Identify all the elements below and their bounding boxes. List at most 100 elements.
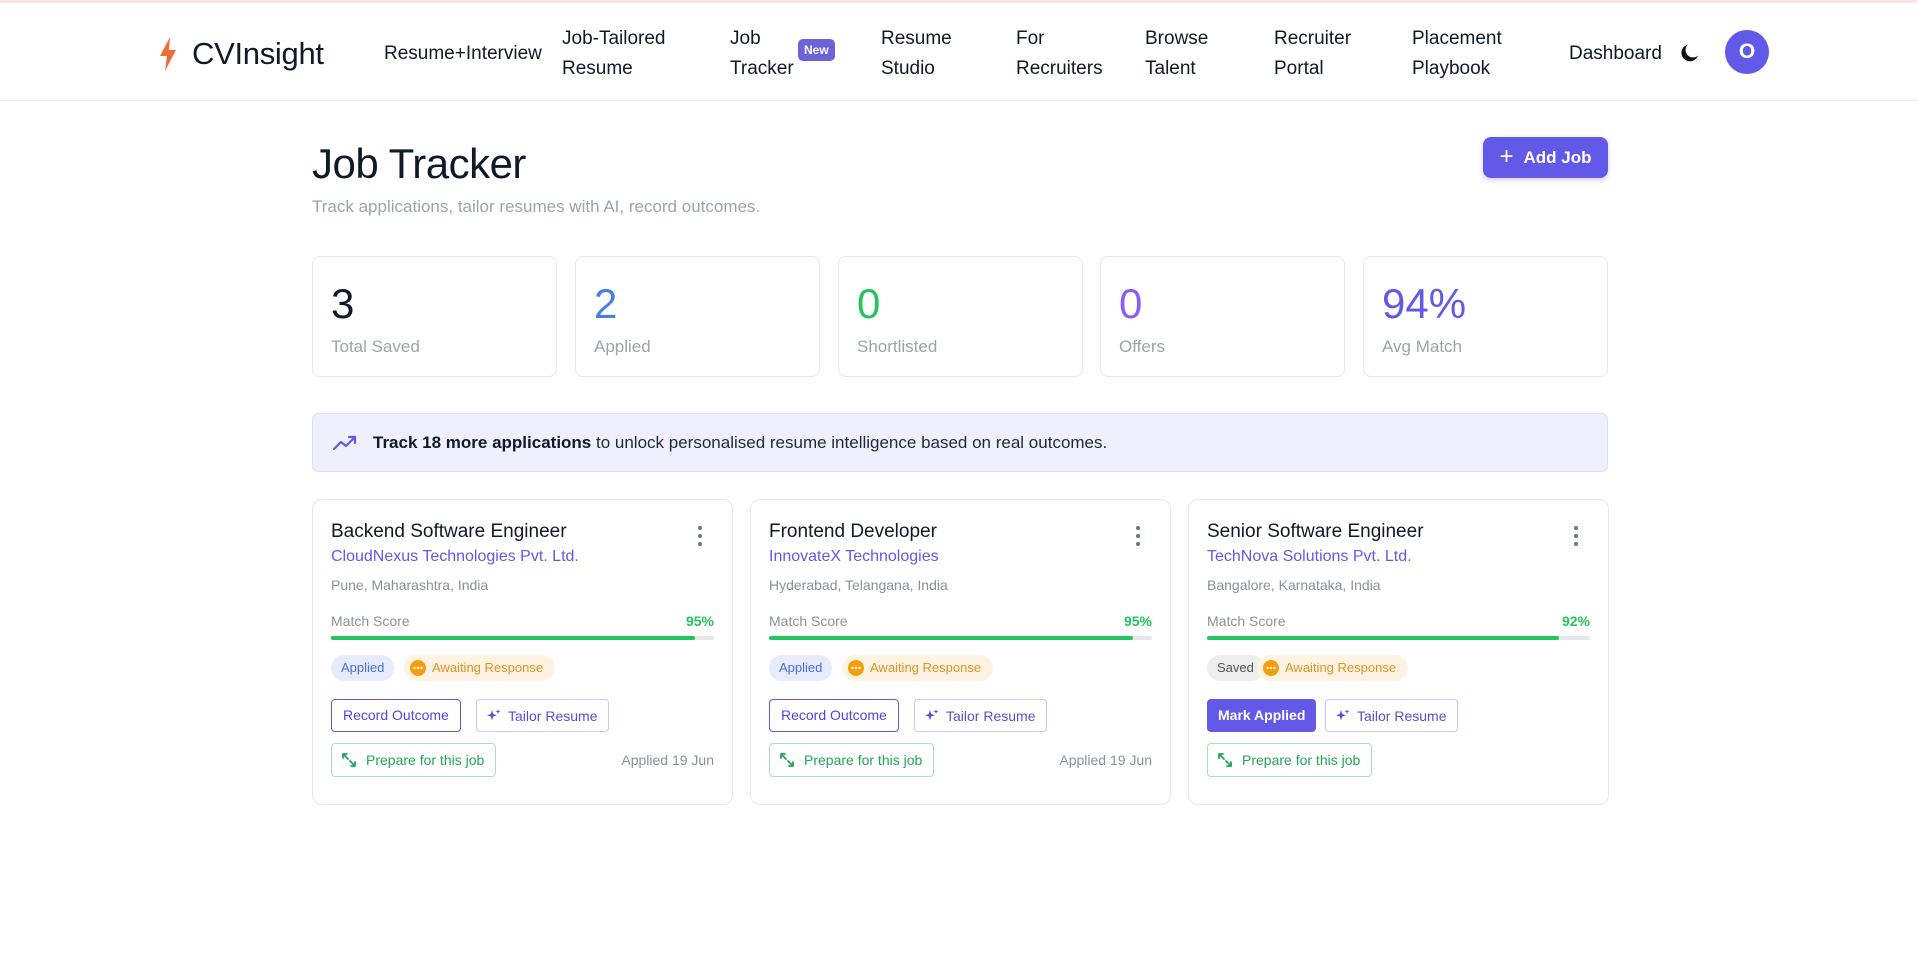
stat-total-saved: 3 Total Saved xyxy=(312,256,557,377)
brand-name: CVInsight xyxy=(192,36,324,71)
stat-offers: 0 Offers xyxy=(1100,256,1345,377)
awaiting-label: Awaiting Response xyxy=(870,660,982,675)
nav-label: Dashboard xyxy=(1569,43,1662,64)
match-score-bar xyxy=(331,636,714,640)
nav-for-recruiters[interactable]: For Recruiters xyxy=(1016,24,1103,84)
banner-text: Track 18 more applications to unlock per… xyxy=(373,433,1107,453)
company-link[interactable]: TechNova Solutions Pvt. Ltd. xyxy=(1207,548,1412,566)
match-score-value: 92% xyxy=(1561,613,1590,629)
expand-arrows-icon xyxy=(342,753,356,767)
nav-resume-interview[interactable]: Resume+Interview xyxy=(384,39,542,69)
page-subtitle: Track applications, tailor resumes with … xyxy=(312,197,761,216)
nav-recruiter-portal[interactable]: Recruiter Portal xyxy=(1274,24,1351,84)
company-link[interactable]: CloudNexus Technologies Pvt. Ltd. xyxy=(331,548,579,566)
match-score-value: 95% xyxy=(1123,613,1152,629)
prepare-label: Prepare for this job xyxy=(366,752,485,768)
nav-label: Browse xyxy=(1145,28,1209,49)
ellipsis-icon xyxy=(1263,660,1279,676)
nav-job-tailored-resume[interactable]: Job-Tailored Resume xyxy=(562,24,666,84)
banner-rest: to unlock personalised resume intelligen… xyxy=(591,432,1108,452)
awaiting-response-badge: Awaiting Response xyxy=(842,655,994,681)
new-badge: New xyxy=(798,39,835,61)
plus-icon: + xyxy=(1499,142,1514,170)
job-location: Bangalore, Karnataka, India xyxy=(1207,577,1381,593)
tailor-resume-button[interactable]: Tailor Resume xyxy=(1325,699,1459,732)
tailor-resume-button[interactable]: Tailor Resume xyxy=(914,699,1048,732)
brand-logo[interactable]: CVInsight xyxy=(158,36,324,72)
job-title: Senior Software Engineer xyxy=(1207,521,1424,542)
add-job-label: Add Job xyxy=(1523,147,1592,167)
match-score-fill xyxy=(769,636,1133,640)
job-card: Senior Software Engineer TechNova Soluti… xyxy=(1188,499,1609,805)
nav-label: Playbook xyxy=(1412,58,1491,79)
nav-placement-playbook[interactable]: Placement Playbook xyxy=(1412,24,1502,84)
trending-up-icon xyxy=(333,435,357,450)
match-score-bar xyxy=(1207,636,1590,640)
stat-value: 0 xyxy=(1119,280,1143,327)
nav-label: Resume+Interview xyxy=(384,43,542,64)
stat-value: 0 xyxy=(857,280,881,327)
record-outcome-button[interactable]: Record Outcome xyxy=(331,699,461,732)
match-score-label: Match Score xyxy=(769,613,848,629)
match-score-label: Match Score xyxy=(331,613,410,629)
awaiting-label: Awaiting Response xyxy=(432,660,544,675)
stat-applied: 2 Applied xyxy=(575,256,820,377)
stat-label: Shortlisted xyxy=(857,337,938,356)
tailor-label: Tailor Resume xyxy=(1357,707,1447,724)
avatar[interactable]: O xyxy=(1725,30,1769,74)
match-score-fill xyxy=(1207,636,1560,640)
match-score-label: Match Score xyxy=(1207,613,1286,629)
nav-label: Recruiter xyxy=(1274,28,1352,49)
nav-label: Studio xyxy=(881,58,935,79)
nav-resume-studio[interactable]: Resume Studio xyxy=(881,24,952,84)
more-options-icon[interactable] xyxy=(696,526,704,546)
stat-label: Total Saved xyxy=(331,337,420,356)
match-score-value: 95% xyxy=(685,613,714,629)
expand-arrows-icon xyxy=(780,753,794,767)
tailor-resume-button[interactable]: Tailor Resume xyxy=(476,699,610,732)
stat-label: Applied xyxy=(594,337,651,356)
stat-shortlisted: 0 Shortlisted xyxy=(838,256,1083,377)
applied-date: Applied 19 Jun xyxy=(1059,752,1152,768)
expand-arrows-icon xyxy=(1218,753,1232,767)
ellipsis-icon xyxy=(848,660,864,676)
nav-label: Recruiters xyxy=(1016,58,1103,79)
tailor-label: Tailor Resume xyxy=(946,707,1036,724)
record-outcome-button[interactable]: Record Outcome xyxy=(769,699,899,732)
job-title: Frontend Developer xyxy=(769,521,937,542)
company-link[interactable]: InnovateX Technologies xyxy=(769,548,939,566)
more-options-icon[interactable] xyxy=(1572,526,1580,546)
nav-browse-talent[interactable]: Browse Talent xyxy=(1145,24,1208,84)
sparkle-icon xyxy=(1336,708,1350,720)
match-score-bar xyxy=(769,636,1152,640)
match-score-fill xyxy=(331,636,695,640)
ellipsis-icon xyxy=(410,660,426,676)
status-badge: Applied xyxy=(769,655,833,681)
tailor-label: Tailor Resume xyxy=(508,707,598,724)
prepare-job-button[interactable]: Prepare for this job xyxy=(1207,743,1373,777)
prepare-label: Prepare for this job xyxy=(804,752,923,768)
prepare-job-button[interactable]: Prepare for this job xyxy=(769,743,935,777)
stat-label: Offers xyxy=(1119,337,1165,356)
moon-icon xyxy=(1681,44,1698,62)
stat-avg-match: 94% Avg Match xyxy=(1363,256,1608,377)
prepare-job-button[interactable]: Prepare for this job xyxy=(331,743,497,777)
awaiting-response-badge: Awaiting Response xyxy=(404,655,556,681)
stat-label: Avg Match xyxy=(1382,337,1463,356)
add-job-button[interactable]: + Add Job xyxy=(1483,137,1608,178)
nav-dashboard[interactable]: Dashboard xyxy=(1569,39,1662,69)
mark-applied-button[interactable]: Mark Applied xyxy=(1207,699,1317,732)
more-options-icon[interactable] xyxy=(1134,526,1142,546)
theme-toggle[interactable] xyxy=(1678,41,1702,65)
stat-value: 2 xyxy=(594,280,618,327)
prepare-label: Prepare for this job xyxy=(1242,752,1361,768)
nav-label: Job xyxy=(730,28,761,49)
lightning-bolt-icon xyxy=(160,37,176,71)
nav-job-tracker[interactable]: Job Tracker xyxy=(730,24,794,84)
stat-value: 94% xyxy=(1382,280,1467,327)
job-location: Pune, Maharashtra, India xyxy=(331,577,489,593)
avatar-initial: O xyxy=(1738,40,1756,63)
nav-label: Placement xyxy=(1412,28,1502,49)
status-badge: Applied xyxy=(331,655,395,681)
awaiting-response-badge: Awaiting Response xyxy=(1257,655,1409,681)
